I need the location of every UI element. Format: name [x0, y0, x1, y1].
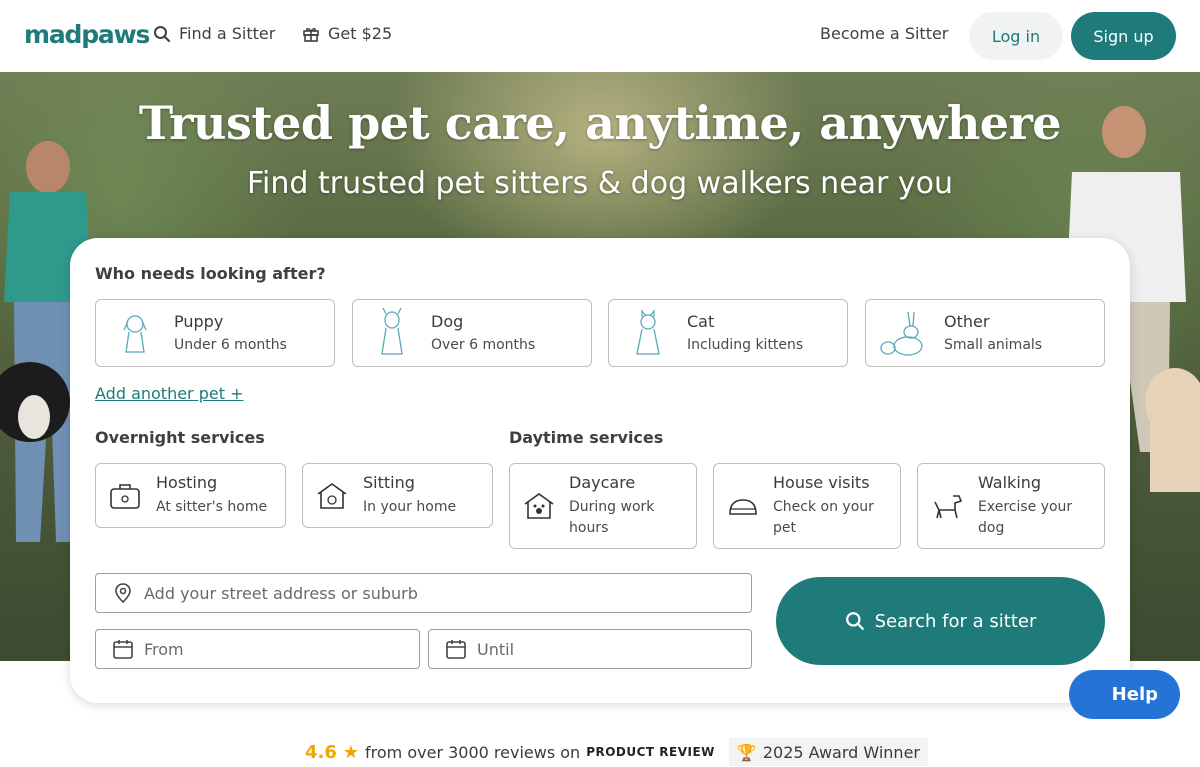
from-date-input[interactable] [144, 630, 407, 668]
hero-title: Trusted pet care, anytime, anywhere [138, 96, 1062, 150]
who-needs-label: Who needs looking after? [95, 264, 326, 283]
reviews-strip: 4.6 ★ from over 3000 reviews on PRODUCT … [305, 737, 928, 767]
location-pin-icon [115, 583, 131, 604]
service-hosting[interactable]: Hosting At sitter's home [95, 463, 286, 528]
search-button-label: Search for a sitter [874, 610, 1037, 632]
help-button[interactable]: Help [1069, 670, 1180, 719]
signup-button[interactable]: Sign up [1071, 12, 1176, 60]
service-name: Walking [978, 473, 1042, 492]
help-label: Help [1111, 684, 1158, 705]
puppy-icon [123, 315, 147, 353]
rating-value: 4.6 [305, 741, 337, 763]
search-icon [154, 25, 170, 42]
top-nav: madpaws Find a Sitter Get $25 Become a S… [0, 0, 1200, 72]
cat-icon [636, 309, 660, 355]
add-another-pet-link[interactable]: Add another pet + [95, 384, 243, 403]
service-house-visits[interactable]: House visits Check on your pet [713, 463, 901, 549]
search-card: Who needs looking after? Puppy Under 6 m… [70, 238, 1130, 703]
until-date-input[interactable] [477, 630, 739, 668]
service-desc: At sitter's home [156, 499, 268, 515]
search-sitter-button[interactable]: Search for a sitter [776, 577, 1105, 665]
house-pet-icon [317, 483, 347, 509]
overnight-services-label: Overnight services [95, 428, 265, 447]
service-desc: Exercise your dog [978, 499, 1073, 536]
rabbit-icon [880, 311, 923, 356]
service-name: House visits [773, 473, 870, 492]
get-reward-link[interactable]: Get $25 [302, 24, 392, 43]
service-desc: During work hours [569, 499, 655, 536]
find-sitter-link[interactable]: Find a Sitter [153, 24, 275, 43]
pet-name: Puppy [174, 312, 224, 331]
service-daycare[interactable]: Daycare During work hours [509, 463, 697, 549]
from-date-field[interactable] [95, 629, 420, 669]
pet-name: Cat [687, 312, 715, 331]
trophy-icon: 🏆 [736, 742, 757, 762]
award-text: 2025 Award Winner [762, 742, 920, 762]
service-name: Sitting [363, 473, 415, 492]
gift-icon [303, 27, 319, 42]
pet-option-cat[interactable]: Cat Including kittens [608, 299, 848, 367]
pet-option-dog[interactable]: Dog Over 6 months [352, 299, 592, 367]
product-review-logo[interactable]: PRODUCT REVIEW [586, 745, 715, 759]
find-sitter-label: Find a Sitter [179, 24, 276, 43]
service-desc: Check on your pet [773, 499, 874, 536]
hero-subtitle: Find trusted pet sitters & dog walkers n… [246, 166, 954, 201]
calendar-icon [446, 640, 466, 659]
search-icon [845, 612, 864, 630]
dog-icon [381, 308, 403, 355]
house-paw-icon [524, 493, 554, 519]
service-sitting[interactable]: Sitting In your home [302, 463, 493, 528]
reviews-text: from over 3000 reviews on [365, 742, 581, 762]
address-field[interactable] [95, 573, 752, 613]
award-badge: 🏆 2025 Award Winner [728, 738, 928, 766]
become-sitter-link[interactable]: Become a Sitter [820, 24, 948, 43]
pet-option-other[interactable]: Other Small animals [865, 299, 1105, 367]
pet-desc: Including kittens [687, 337, 804, 353]
service-name: Hosting [156, 473, 218, 492]
pet-option-puppy[interactable]: Puppy Under 6 months [95, 299, 335, 367]
login-button[interactable]: Log in [969, 12, 1063, 60]
service-desc: In your home [363, 499, 457, 515]
madpaws-logo[interactable]: madpaws [24, 20, 150, 49]
pet-bed-icon [729, 499, 757, 515]
calendar-icon [113, 640, 133, 659]
service-name: Daycare [569, 473, 636, 492]
pet-name: Other [944, 312, 990, 331]
star-icon: ★ [342, 741, 360, 763]
daytime-services-label: Daytime services [509, 428, 664, 447]
pet-desc: Under 6 months [174, 337, 287, 353]
pet-desc: Over 6 months [431, 337, 536, 353]
pet-desc: Small animals [944, 337, 1043, 353]
until-date-field[interactable] [428, 629, 752, 669]
get-reward-label: Get $25 [328, 24, 393, 43]
address-input[interactable] [144, 574, 739, 612]
service-walking[interactable]: Walking Exercise your dog [917, 463, 1105, 549]
walking-dog-icon [934, 495, 963, 519]
suitcase-icon [110, 484, 140, 509]
pet-name: Dog [431, 312, 464, 331]
